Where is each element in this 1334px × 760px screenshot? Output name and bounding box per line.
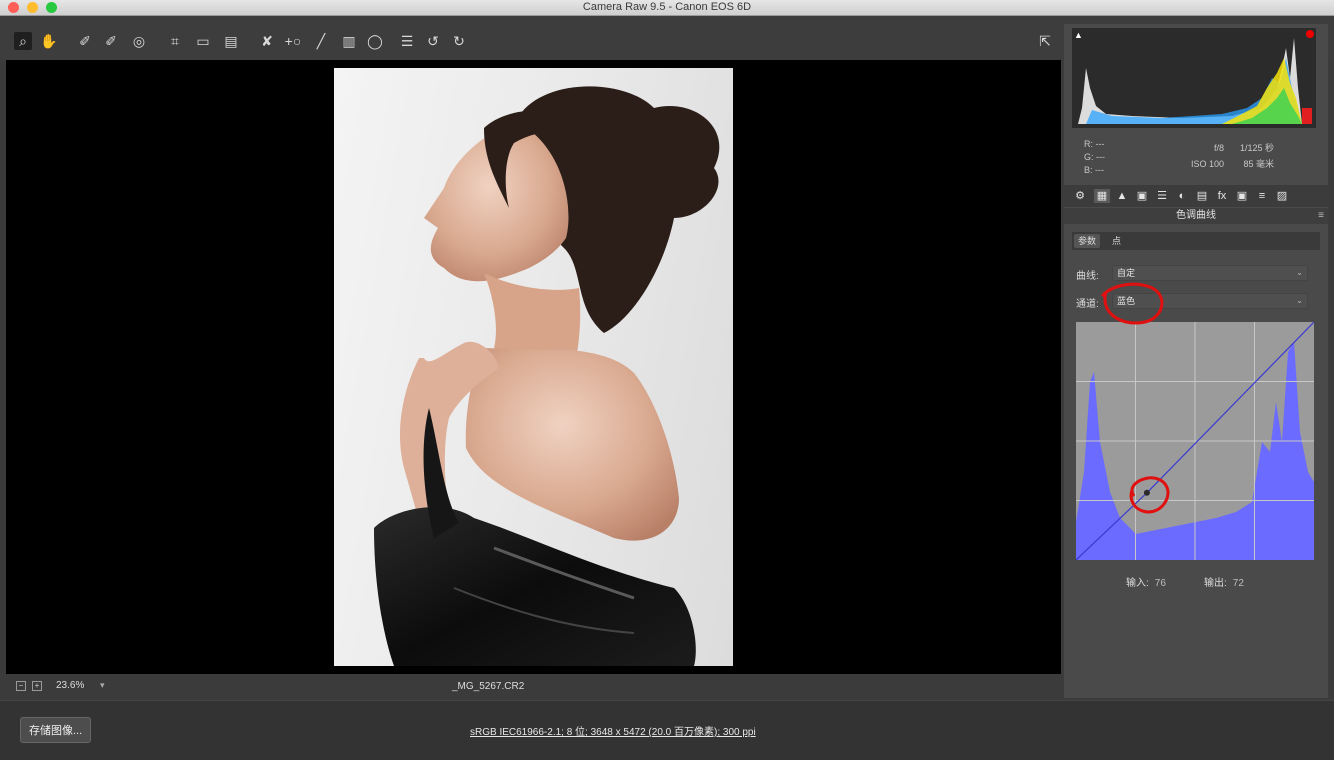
curve-preset-select[interactable]: 自定 ⌄ xyxy=(1112,265,1308,281)
chevron-down-icon: ⌄ xyxy=(1296,296,1303,305)
rotate-cw-icon[interactable]: ↻ xyxy=(450,32,468,50)
output-value: 72 xyxy=(1232,578,1244,589)
curve-control-point xyxy=(1143,489,1150,496)
zoom-out-button[interactable]: − xyxy=(16,681,26,691)
adjustment-brush-icon[interactable]: ╱ xyxy=(312,32,330,50)
lens-corrections-tab-icon[interactable]: ◐ xyxy=(1174,189,1190,203)
readout-b: B: --- xyxy=(1084,165,1104,175)
panel-title: 色调曲线 xyxy=(1176,210,1216,221)
red-eye-removal-icon[interactable]: +○ xyxy=(284,32,302,50)
aperture: f/8 xyxy=(1213,143,1224,153)
image-info: R: --- G: --- B: --- f/8 1/125 秒 ISO 100 8… xyxy=(1080,138,1320,188)
input-value: 76 xyxy=(1154,578,1166,589)
focal-length: 85 毫米 xyxy=(1243,159,1274,169)
curve-label: 曲线: xyxy=(1076,271,1099,282)
basic-panel-tab-icon[interactable]: ⚙ xyxy=(1072,189,1088,203)
channel-select[interactable]: 蓝色 ⌄ xyxy=(1112,293,1308,309)
image-canvas[interactable] xyxy=(6,60,1061,674)
white-balance-tool-icon[interactable]: ✐ xyxy=(76,32,94,50)
curve-subtabs: 参数 点 xyxy=(1072,232,1320,250)
crop-tool-icon[interactable]: ⌗ xyxy=(166,32,184,50)
zoom-dropdown-icon[interactable]: ▾ xyxy=(100,680,105,691)
transform-tool-icon[interactable]: ▤ xyxy=(222,32,240,50)
save-image-button[interactable]: 存储图像... xyxy=(20,717,92,743)
iso: ISO 100 xyxy=(1190,159,1224,169)
zoom-in-button[interactable]: + xyxy=(32,681,42,691)
radial-filter-icon[interactable]: ◯ xyxy=(366,32,384,50)
fullscreen-icon[interactable]: ⇱ xyxy=(1036,32,1054,50)
tone-curve-tab-icon[interactable]: ▦ xyxy=(1094,189,1110,203)
shadow-clipping-icon[interactable]: ▲ xyxy=(1074,30,1083,40)
hand-tool-icon[interactable]: ✋ xyxy=(40,32,58,50)
readout-r: R: --- xyxy=(1084,139,1105,149)
camera-info-row-2: ISO 100 85 毫米 xyxy=(1180,156,1280,172)
split-toning-tab-icon[interactable]: ☰ xyxy=(1154,189,1170,203)
spot-removal-tool-icon[interactable]: ✘ xyxy=(258,32,276,50)
camera-info-row-1: f/8 1/125 秒 xyxy=(1180,140,1280,156)
output-label: 输出: xyxy=(1204,578,1227,589)
preferences-icon[interactable]: ☰ xyxy=(398,32,416,50)
color-sampler-tool-icon[interactable]: ✐ xyxy=(102,32,120,50)
histogram-graph xyxy=(1078,38,1312,124)
photo-preview xyxy=(334,68,733,666)
bottom-bar: 存储图像... sRGB IEC61966-2.1; 8 位; 3648 x 5… xyxy=(0,700,1334,760)
panel-title-bar: 色调曲线 ≡ xyxy=(1064,208,1328,224)
channel-value: 蓝色 xyxy=(1117,296,1136,306)
zoom-level[interactable]: 23.6% xyxy=(56,680,84,691)
right-panel: ▲ R: --- G: --- B: --- f/8 1/125 秒 ISO 10… xyxy=(1064,24,1328,698)
tone-curve-graph[interactable] xyxy=(1075,321,1315,561)
file-name: _MG_5267.CR2 xyxy=(452,681,525,692)
detail-tab-icon[interactable]: ▲ xyxy=(1114,189,1130,203)
zoom-tool-icon[interactable]: ⌕ xyxy=(14,32,32,50)
chevron-down-icon: ⌄ xyxy=(1296,268,1303,277)
panel-menu-icon[interactable]: ≡ xyxy=(1318,208,1324,224)
channel-label: 通道: xyxy=(1076,299,1099,310)
transform-tab-icon[interactable]: ▤ xyxy=(1194,189,1210,203)
curve-output: 输出: 72 xyxy=(1204,574,1244,589)
effects-tab-icon[interactable]: fx xyxy=(1214,189,1230,203)
presets-tab-icon[interactable]: ≡ xyxy=(1254,189,1270,203)
portrait-image xyxy=(374,86,720,666)
highlight-clipping-icon[interactable] xyxy=(1306,30,1314,38)
graduated-filter-icon[interactable]: ▥ xyxy=(340,32,358,50)
input-label: 输入: xyxy=(1126,578,1149,589)
window-title: Camera Raw 9.5 - Canon EOS 6D xyxy=(582,1,752,13)
targeted-adjustment-tool-icon[interactable]: ◎ xyxy=(130,32,148,50)
tab-parametric[interactable]: 参数 xyxy=(1074,234,1101,248)
histogram: ▲ xyxy=(1072,28,1316,128)
tab-point[interactable]: 点 xyxy=(1108,234,1125,248)
curve-input: 输入: 76 xyxy=(1126,574,1166,589)
curve-preset-value: 自定 xyxy=(1117,268,1136,278)
shutter-speed: 1/125 秒 xyxy=(1239,143,1274,153)
curve-svg xyxy=(1075,321,1315,561)
panel-tab-bar: ⚙ ▦ ▲ ▣ ☰ ◐ ▤ fx ▣ ≡ ▨ xyxy=(1064,185,1328,207)
hsl-tab-icon[interactable]: ▣ xyxy=(1134,189,1150,203)
workflow-options-link[interactable]: sRGB IEC61966-2.1; 8 位; 3648 x 5472 (20.… xyxy=(470,723,756,738)
straighten-tool-icon[interactable]: ▭ xyxy=(194,32,212,50)
camera-calibration-tab-icon[interactable]: ▣ xyxy=(1234,189,1250,203)
readout-g: G: --- xyxy=(1084,152,1105,162)
canvas-status-bar: − + 23.6% ▾ _MG_5267.CR2 xyxy=(6,676,1061,698)
rotate-ccw-icon[interactable]: ↺ xyxy=(424,32,442,50)
snapshots-tab-icon[interactable]: ▨ xyxy=(1274,189,1290,203)
title-bar: Camera Raw 9.5 - Canon EOS 6D xyxy=(0,0,1334,16)
